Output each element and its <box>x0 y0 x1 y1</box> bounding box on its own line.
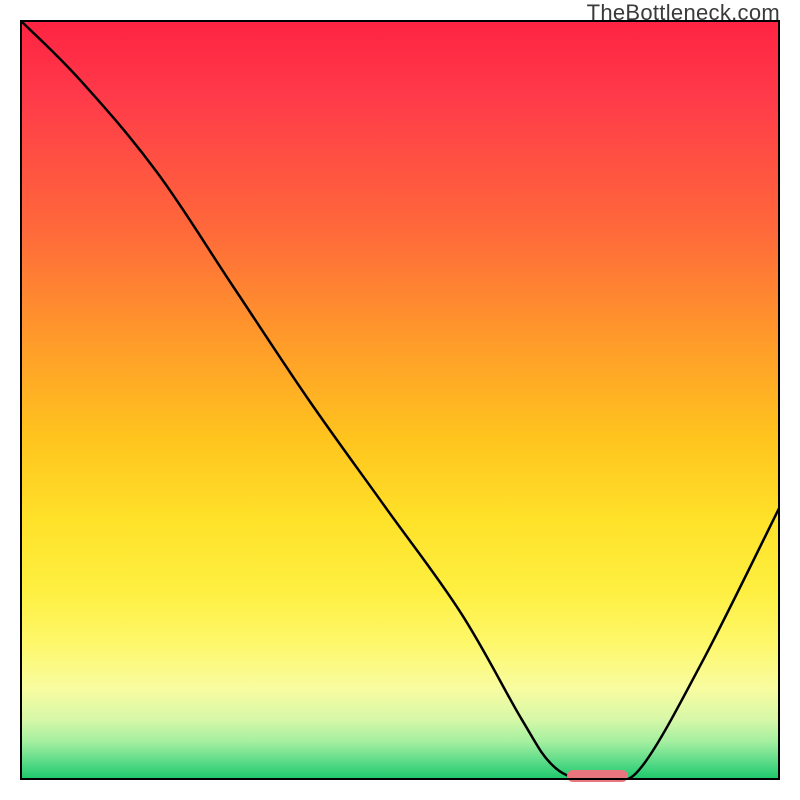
chart-frame: TheBottleneck.com <box>0 0 800 800</box>
optimal-range-marker <box>567 770 628 782</box>
watermark-label: TheBottleneck.com <box>587 0 780 26</box>
gradient-background <box>20 20 780 780</box>
